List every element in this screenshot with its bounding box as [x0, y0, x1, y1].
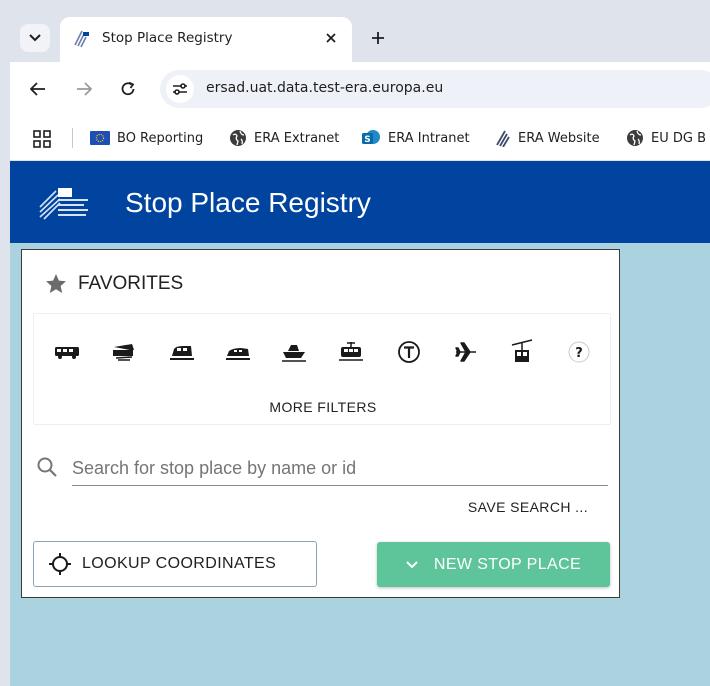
tab-search-button[interactable] — [20, 24, 50, 52]
bookmark-label: BO Reporting — [117, 130, 204, 146]
bus-filter[interactable] — [53, 338, 81, 366]
coach-icon — [113, 344, 134, 361]
taxi-filter[interactable] — [395, 338, 423, 366]
browser-toolbar: ersad.uat.data.test-era.europa.eu — [0, 62, 710, 116]
tram-icon — [339, 342, 363, 361]
save-search-button[interactable]: SAVE SEARCH ... — [468, 499, 588, 515]
rail-icon — [170, 346, 194, 360]
star-icon — [46, 274, 66, 293]
tram-filter[interactable] — [337, 338, 365, 366]
lookup-coordinates-label: LOOKUP COORDINATES — [82, 555, 277, 572]
era-logo-icon — [496, 130, 510, 147]
chevron-down-icon — [29, 34, 41, 42]
unknown-mode-icon: ? — [568, 341, 590, 363]
bookmark-era-extranet[interactable]: ERA Extranet — [229, 127, 339, 149]
bookmark-era-website[interactable]: ERA Website — [495, 127, 600, 149]
new-stop-place-label: NEW STOP PLACE — [433, 555, 582, 573]
back-arrow-icon — [30, 82, 45, 96]
app-title: Stop Place Registry — [125, 187, 371, 218]
new-stop-place-button[interactable]: NEW STOP PLACE — [377, 542, 610, 587]
browser-tab-bar: Stop Place Registry — [0, 0, 710, 62]
favorites-label: FAVORITES — [78, 273, 184, 294]
forward-button[interactable] — [71, 76, 97, 102]
apps-grid-icon[interactable] — [33, 130, 51, 148]
lookup-coordinates-button[interactable]: LOOKUP COORDINATES — [33, 541, 317, 587]
window-frame — [0, 0, 10, 686]
era-logo — [39, 188, 88, 220]
unknown-mode-filter[interactable]: ? — [565, 338, 593, 366]
metro-filter[interactable] — [224, 338, 252, 366]
bookmarks-bar: BO Reporting ERA Extranet S ERA Intranet… — [0, 116, 710, 161]
globe-icon — [627, 130, 643, 146]
bookmark-label: ERA Intranet — [388, 130, 470, 146]
favorites-toggle[interactable]: FAVORITES — [44, 272, 183, 296]
airplane-filter[interactable] — [452, 338, 480, 366]
url-text: ersad.uat.data.test-era.europa.eu — [206, 80, 444, 96]
search-input[interactable] — [72, 451, 608, 486]
cable-car-icon — [511, 339, 533, 362]
chevron-down-icon — [406, 560, 418, 568]
airplane-icon — [455, 342, 476, 362]
globe-icon — [230, 130, 246, 146]
ferry-filter[interactable] — [280, 338, 308, 366]
era-favicon-icon — [74, 30, 89, 48]
reload-button[interactable] — [115, 76, 141, 102]
taxi-icon — [398, 341, 420, 363]
sharepoint-icon: S — [362, 130, 380, 145]
search-icon — [37, 457, 57, 477]
app-header: Stop Place Registry — [10, 161, 710, 243]
coach-filter[interactable] — [109, 338, 137, 366]
bookmark-eu-dg[interactable]: EU DG B — [626, 127, 706, 149]
metro-icon — [226, 348, 250, 360]
more-filters-button[interactable]: MORE FILTERS — [34, 399, 612, 415]
svg-text:S: S — [364, 135, 370, 145]
close-tab-button[interactable] — [320, 27, 342, 49]
back-button[interactable] — [25, 76, 51, 102]
bookmark-era-intranet[interactable]: S ERA Intranet — [361, 127, 470, 149]
crosshair-icon — [49, 553, 71, 575]
svg-text:?: ? — [575, 346, 583, 361]
cable-car-filter[interactable] — [508, 338, 536, 366]
tune-icon — [173, 83, 187, 95]
close-icon — [326, 33, 336, 43]
new-tab-button[interactable] — [366, 26, 390, 50]
forward-arrow-icon — [77, 82, 92, 96]
bookmark-label: ERA Website — [518, 130, 600, 146]
eu-flag-icon — [90, 131, 110, 145]
browser-tab[interactable]: Stop Place Registry — [60, 17, 352, 62]
address-bar[interactable]: ersad.uat.data.test-era.europa.eu — [160, 70, 710, 108]
search-panel: FAVORITES ? MORE FILTERS Search for stop… — [21, 249, 620, 598]
bookmarks-separator — [72, 128, 73, 148]
bus-icon — [55, 347, 79, 359]
bookmark-bo-reporting[interactable]: BO Reporting — [90, 127, 203, 149]
tab-title: Stop Place Registry — [102, 30, 233, 46]
site-info-button[interactable] — [166, 75, 194, 103]
ferry-icon — [282, 345, 306, 362]
bookmark-label: EU DG B — [651, 130, 706, 146]
rail-filter[interactable] — [168, 338, 196, 366]
plus-icon — [372, 32, 384, 44]
reload-icon — [121, 81, 135, 96]
transport-mode-filters: ? MORE FILTERS — [33, 313, 611, 425]
bookmark-label: ERA Extranet — [254, 130, 340, 146]
